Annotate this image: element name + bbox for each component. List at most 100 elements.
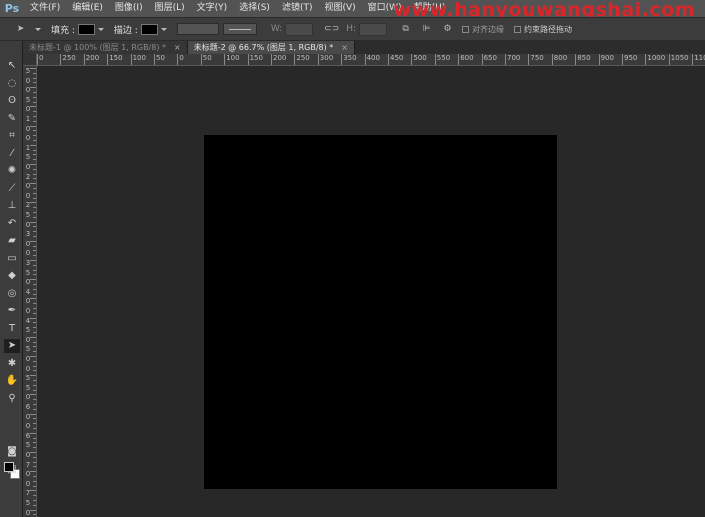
ruler-tick	[33, 312, 36, 314]
ruler-tick	[33, 322, 36, 324]
blur-tool-icon[interactable]: ◆	[4, 269, 20, 283]
brush-tool-icon[interactable]: ⟋	[4, 182, 20, 196]
type-tool-icon[interactable]: T	[4, 322, 20, 336]
document-tabs: 未标题-1 @ 100% (图层 1, RGB/8) * × 未标题-2 @ 6…	[23, 41, 705, 54]
lasso-tool-icon[interactable]: ʘ	[4, 94, 20, 108]
chevron-down-icon[interactable]	[35, 27, 41, 31]
eraser-tool-icon[interactable]: ▰	[4, 234, 20, 248]
quick-select-tool-icon[interactable]: ✎	[4, 112, 20, 126]
ruler-label: 7	[25, 489, 31, 498]
ruler-tick	[30, 183, 36, 185]
ruler-tick	[33, 192, 36, 194]
close-icon[interactable]: ×	[341, 41, 348, 54]
ruler-label: 0	[177, 54, 184, 65]
zoom-tool-icon[interactable]: ⚲	[4, 392, 20, 406]
vertical-ruler[interactable]: 5005010015020025030035040045050055060065…	[23, 54, 37, 517]
link-icon[interactable]: ⊂⊃	[324, 23, 339, 36]
ruler-tick	[33, 456, 36, 458]
tab-label: 未标题-1 @ 100% (图层 1, RGB/8) *	[29, 43, 167, 52]
foreground-color-swatch[interactable]	[4, 462, 14, 472]
path-operations-icon[interactable]: ⧉	[399, 23, 412, 36]
menu-edit[interactable]: 编辑(E)	[66, 0, 109, 17]
crop-tool-icon[interactable]: ⌗	[4, 129, 20, 143]
path-select-tool-icon[interactable]: ➤	[4, 339, 20, 353]
tab-document-2[interactable]: 未标题-2 @ 66.7% (图层 1, RGB/8) * ×	[187, 41, 355, 54]
chevron-down-icon[interactable]	[97, 27, 104, 31]
ruler-origin[interactable]	[23, 54, 37, 66]
history-brush-tool-icon[interactable]: ↶	[4, 217, 20, 231]
ruler-label: 50	[154, 54, 165, 65]
ruler-tick	[30, 164, 36, 165]
ruler-label: 450	[388, 54, 403, 65]
close-icon[interactable]: ×	[174, 41, 181, 54]
fill-label: 填充 :	[51, 25, 75, 36]
ruler-tick	[33, 399, 36, 401]
ruler-label: 750	[528, 54, 544, 65]
ruler-tick	[33, 77, 36, 79]
menu-image[interactable]: 图像(I)	[109, 0, 149, 17]
marquee-tool-icon[interactable]: ◌	[4, 77, 20, 91]
eyedropper-tool-icon[interactable]: ⁄	[4, 147, 20, 161]
gradient-tool-icon[interactable]: ▭	[4, 252, 20, 266]
move-tool-icon[interactable]: ↖	[4, 59, 20, 73]
ruler-label: 5	[25, 268, 31, 277]
ruler-tick	[33, 346, 36, 348]
ruler-tick	[33, 72, 36, 74]
dodge-tool-icon[interactable]: ◎	[4, 287, 20, 301]
ruler-tick	[30, 221, 36, 223]
menu-view[interactable]: 视图(V)	[318, 0, 361, 17]
width-field[interactable]	[285, 22, 314, 36]
path-arrangement-icon[interactable]: ⚙	[441, 23, 454, 36]
ruler-label: 5	[25, 441, 31, 450]
fill-color-swatch[interactable]	[77, 23, 95, 35]
ruler-tick	[33, 332, 36, 333]
ruler-tick	[30, 298, 36, 300]
ruler-tick	[30, 375, 36, 377]
ruler-label: 0	[25, 508, 31, 517]
stroke-color-swatch[interactable]	[140, 23, 158, 35]
menu-filter[interactable]: 滤镜(T)	[276, 0, 319, 17]
ruler-tick	[33, 96, 36, 98]
chevron-down-icon[interactable]	[160, 27, 167, 31]
ruler-label: 400	[364, 54, 380, 65]
align-edges-checkbox[interactable]	[462, 25, 470, 33]
ruler-label: 0	[25, 239, 31, 248]
ruler-label: 0	[25, 412, 31, 421]
height-field[interactable]	[359, 22, 388, 36]
healing-brush-tool-icon[interactable]: ✺	[4, 164, 20, 178]
hand-tool-icon[interactable]: ✋	[4, 374, 20, 388]
path-select-preset-icon[interactable]: ➤	[14, 23, 27, 36]
ruler-label: 550	[434, 54, 450, 65]
constrain-path-checkbox[interactable]	[514, 25, 522, 33]
ruler-tick	[30, 106, 36, 108]
ruler-tick	[33, 111, 36, 113]
ruler-label: 1	[25, 143, 31, 152]
stroke-type-select[interactable]	[222, 23, 257, 35]
menu-select[interactable]: 选择(S)	[233, 0, 276, 17]
ruler-tick	[33, 423, 36, 425]
pen-tool-icon[interactable]: ✒	[4, 304, 20, 318]
ruler-label: 5	[25, 383, 31, 392]
ruler-label: 5	[25, 345, 31, 354]
document-canvas[interactable]	[204, 135, 557, 489]
horizontal-ruler[interactable]: 0 250 200 150 100 50 0 50 100 150 200 250 300 350 400 4…	[37, 54, 705, 66]
shape-tool-icon[interactable]: ✱	[4, 357, 20, 371]
ruler-tick	[33, 154, 36, 156]
ruler-label: 200	[271, 54, 286, 65]
ruler-tick	[33, 514, 36, 516]
quick-mask-icon[interactable]: ◙	[4, 445, 20, 459]
ruler-tick	[33, 216, 36, 218]
ruler-tick	[30, 125, 36, 127]
tab-document-1[interactable]: 未标题-1 @ 100% (图层 1, RGB/8) * ×	[23, 41, 188, 54]
stroke-width-select[interactable]	[176, 23, 219, 35]
clone-stamp-tool-icon[interactable]: ⊥	[4, 199, 20, 213]
ruler-label: 0	[25, 451, 31, 459]
menu-type[interactable]: 文字(Y)	[191, 0, 234, 17]
ruler-tick	[33, 408, 36, 410]
menu-file[interactable]: 文件(F)	[24, 0, 66, 17]
menu-layer[interactable]: 图层(L)	[149, 0, 191, 17]
ruler-tick	[33, 231, 36, 233]
ruler-label: 0	[37, 54, 43, 65]
ruler-label: 0	[25, 297, 31, 306]
path-alignment-icon[interactable]: ⊫	[420, 23, 433, 36]
